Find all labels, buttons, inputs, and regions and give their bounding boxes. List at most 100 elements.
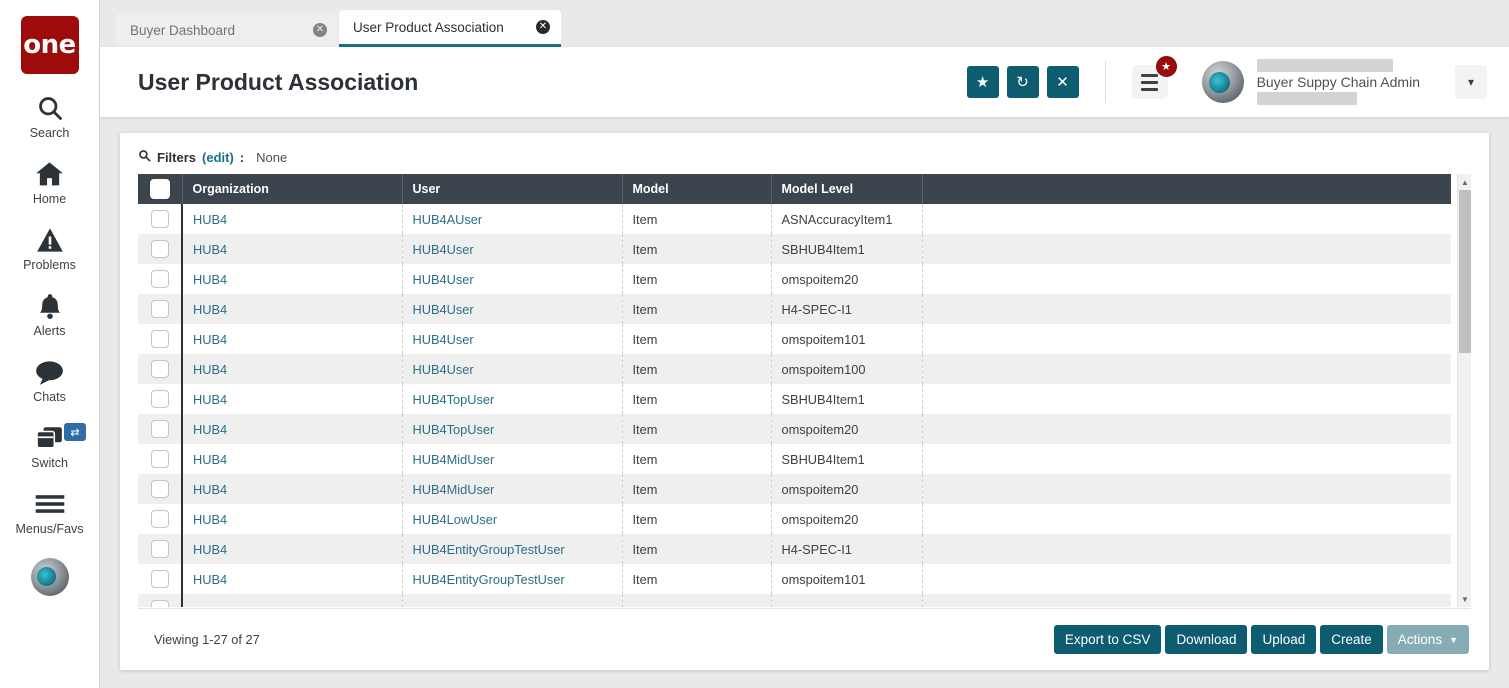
select-all-header-cell[interactable] [138,174,182,204]
cell-organization-link[interactable]: HUB4 [193,392,227,407]
cell-organization-link[interactable]: HUB4 [193,242,227,257]
rail-item-menus-favs[interactable]: Menus/Favs [0,489,99,536]
row-select-cell[interactable] [138,384,182,414]
cell-organization-link[interactable]: HUB4 [193,542,227,557]
row-select-cell[interactable] [138,324,182,354]
close-icon[interactable]: ✕ [313,23,327,37]
row-select-cell[interactable] [138,354,182,384]
table-row[interactable]: HUB4HUB4MidUserItemSBHUB4Item1 [138,444,1451,474]
export-to-csv-button[interactable]: Export to CSV [1054,625,1162,654]
cell-user[interactable]: HUB4TopUser [402,384,622,414]
create-button[interactable]: Create [1320,625,1383,654]
scroll-down-arrow-icon[interactable]: ▼ [1458,591,1472,607]
row-checkbox[interactable] [151,360,169,378]
cell-user-link[interactable]: HUB4TopUser [413,392,495,407]
rail-item-search[interactable]: Search [0,93,99,140]
cell-user[interactable]: HUB4EntityGroupTestUser [402,534,622,564]
cell-user-link[interactable]: HUB4User [413,242,474,257]
rail-item-chats[interactable]: Chats [0,357,99,404]
row-checkbox[interactable] [151,510,169,528]
cell-user[interactable] [402,594,622,607]
cell-organization-link[interactable]: HUB4 [193,302,227,317]
cell-organization[interactable]: HUB4 [182,534,402,564]
cell-user-link[interactable]: HUB4MidUser [413,482,495,497]
cell-organization[interactable]: HUB4 [182,204,402,234]
row-checkbox[interactable] [151,420,169,438]
cell-user-link[interactable]: HUB4User [413,272,474,287]
cell-organization-link[interactable]: HUB4 [193,422,227,437]
cell-user[interactable]: HUB4TopUser [402,414,622,444]
cell-organization-link[interactable]: HUB4 [193,332,227,347]
row-checkbox[interactable] [151,270,169,288]
actions-button[interactable]: Actions ▼ [1387,625,1469,654]
cell-organization[interactable]: HUB4 [182,444,402,474]
cell-user-link[interactable]: HUB4User [413,332,474,347]
row-checkbox[interactable] [151,390,169,408]
cell-user[interactable]: HUB4User [402,324,622,354]
table-row[interactable]: HUB4HUB4AUserItemASNAccuracyItem1 [138,204,1451,234]
cell-organization[interactable]: HUB4 [182,324,402,354]
table-row[interactable]: HUB4HUB4EntityGroupTestUserItemH4-SPEC-I… [138,534,1451,564]
cell-organization[interactable] [182,594,402,607]
table-row[interactable]: HUB4HUB4MidUserItemomspoitem20 [138,474,1451,504]
cell-organization[interactable]: HUB4 [182,414,402,444]
swap-arrows-icon[interactable]: ⇄ [64,423,86,441]
row-checkbox[interactable] [151,240,169,258]
table-row[interactable]: HUB4HUB4UserItemH4-SPEC-I1 [138,294,1451,324]
cell-organization[interactable]: HUB4 [182,294,402,324]
row-select-cell[interactable] [138,444,182,474]
one-logo[interactable]: one [21,16,79,74]
cell-user-link[interactable]: HUB4EntityGroupTestUser [413,572,565,587]
table-row[interactable]: HUB4HUB4LowUserItemomspoitem20 [138,504,1451,534]
cell-user-link[interactable]: HUB4AUser [413,212,483,227]
cell-organization-link[interactable]: HUB4 [193,482,227,497]
row-select-cell[interactable] [138,564,182,594]
table-row[interactable]: HUB4HUB4UserItemomspoitem100 [138,354,1451,384]
row-checkbox[interactable] [151,480,169,498]
table-row[interactable]: HUB4HUB4UserItemomspoitem101 [138,324,1451,354]
cell-organization[interactable]: HUB4 [182,504,402,534]
cell-organization[interactable]: HUB4 [182,354,402,384]
cell-user[interactable]: HUB4MidUser [402,444,622,474]
table-row[interactable] [138,594,1451,607]
cell-user-link[interactable]: HUB4TopUser [413,422,495,437]
cell-organization-link[interactable]: HUB4 [193,512,227,527]
table-row[interactable]: HUB4HUB4EntityGroupTestUserItemomspoitem… [138,564,1451,594]
row-select-cell[interactable] [138,294,182,324]
row-select-cell[interactable] [138,264,182,294]
rail-item-alerts[interactable]: Alerts [0,291,99,338]
cell-user[interactable]: HUB4User [402,234,622,264]
cell-user[interactable]: HUB4LowUser [402,504,622,534]
cell-organization[interactable]: HUB4 [182,384,402,414]
column-header-organization[interactable]: Organization [182,174,402,204]
row-select-cell[interactable] [138,594,182,607]
row-checkbox[interactable] [151,300,169,318]
star-badge-icon[interactable]: ★ [1156,56,1177,77]
table-row[interactable]: HUB4HUB4UserItemSBHUB4Item1 [138,234,1451,264]
cell-user[interactable]: HUB4User [402,294,622,324]
close-button[interactable]: ✕ [1047,66,1079,98]
row-select-cell[interactable] [138,504,182,534]
table-vertical-scrollbar[interactable]: ▲ ▼ [1457,174,1471,607]
row-select-cell[interactable] [138,534,182,564]
row-select-cell[interactable] [138,474,182,504]
cell-organization[interactable]: HUB4 [182,234,402,264]
rail-item-problems[interactable]: Problems [0,225,99,272]
cell-user-link[interactable]: HUB4MidUser [413,452,495,467]
row-select-cell[interactable] [138,234,182,264]
row-checkbox[interactable] [151,450,169,468]
cell-organization-link[interactable]: HUB4 [193,212,227,227]
rail-item-home[interactable]: Home [0,159,99,206]
filters-edit-link[interactable]: (edit) [202,150,234,165]
scrollbar-thumb[interactable] [1459,190,1471,353]
user-profile[interactable]: Buyer Suppy Chain Admin ▾ [1202,59,1487,105]
upload-button[interactable]: Upload [1251,625,1316,654]
cell-user-link[interactable]: HUB4User [413,362,474,377]
cell-user-link[interactable]: HUB4LowUser [413,512,498,527]
row-checkbox[interactable] [151,540,169,558]
row-checkbox[interactable] [151,600,169,607]
cell-organization[interactable]: HUB4 [182,564,402,594]
cell-organization-link[interactable]: HUB4 [193,272,227,287]
refresh-button[interactable]: ↻ [1007,66,1039,98]
cell-user[interactable]: HUB4User [402,354,622,384]
